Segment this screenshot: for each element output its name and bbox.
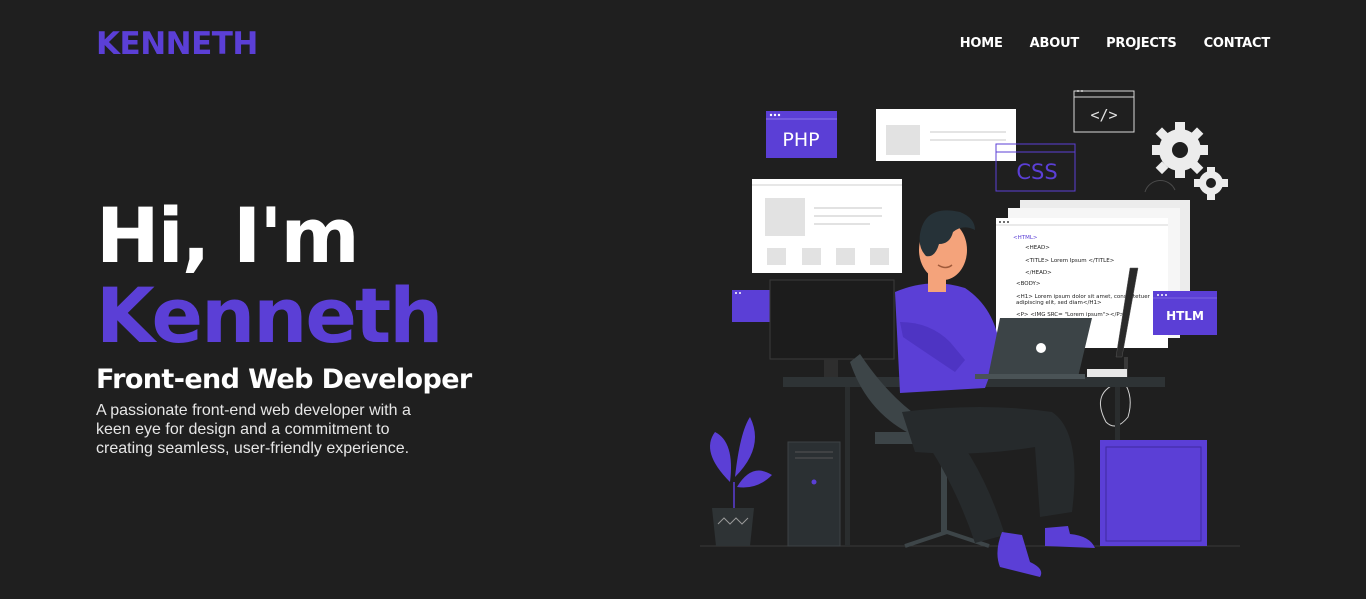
logo[interactable]: KENNETH (96, 26, 258, 62)
hero-description: A passionate front-end web developer wit… (96, 402, 411, 457)
browser-window-top (876, 109, 1016, 161)
computer-tower (787, 441, 841, 547)
code-window: </> (1073, 90, 1135, 133)
svg-text:<HEAD>: <HEAD> (1025, 245, 1050, 251)
svg-text:<P> <IMG SRC= "Lorem ipsum"></: <P> <IMG SRC= "Lorem ipsum"></P> (1016, 312, 1125, 318)
plant (710, 417, 772, 546)
html-badge-label: HTLM (1166, 309, 1204, 323)
hero-section: Hi, I'm Kenneth Front-end Web Developer … (96, 196, 566, 458)
nav-home[interactable]: HOME (960, 36, 1003, 51)
nav-about[interactable]: ABOUT (1030, 36, 1080, 51)
monitor (769, 279, 895, 377)
php-label: PHP (782, 129, 819, 151)
php-window: PHP (766, 111, 837, 158)
html-badge: HTLM (1153, 291, 1217, 335)
nav-contact[interactable]: CONTACT (1204, 36, 1271, 51)
browser-window-left (752, 179, 902, 273)
hero-name: Kenneth (96, 271, 443, 360)
hero-role: Front-end Web Developer (96, 364, 472, 395)
svg-text:adipiscing elit, sed diam</H1>: adipiscing elit, sed diam</H1> (1016, 300, 1102, 306)
main-nav: HOME ABOUT PROJECTS CONTACT (960, 36, 1270, 51)
hero-greeting: Hi, I'm (96, 191, 360, 280)
svg-text:<HTML>: <HTML> (1013, 235, 1038, 241)
purple-tab (732, 290, 772, 322)
gear-icon (1152, 122, 1208, 178)
purple-cabinet (1100, 440, 1207, 546)
svg-text:<TITLE> Lorem Ipsum </TITLE>: <TITLE> Lorem Ipsum </TITLE> (1025, 258, 1115, 264)
developer-illustration: PHP CSS </> <HTML> <HEAD> <TITLE> Lorem … (700, 90, 1240, 577)
css-label: CSS (1016, 160, 1057, 184)
nav-projects[interactable]: PROJECTS (1106, 36, 1177, 51)
code-symbol: </> (1090, 106, 1117, 124)
svg-text:<BODY>: <BODY> (1016, 281, 1041, 287)
svg-text:</HEAD>: </HEAD> (1025, 270, 1052, 276)
